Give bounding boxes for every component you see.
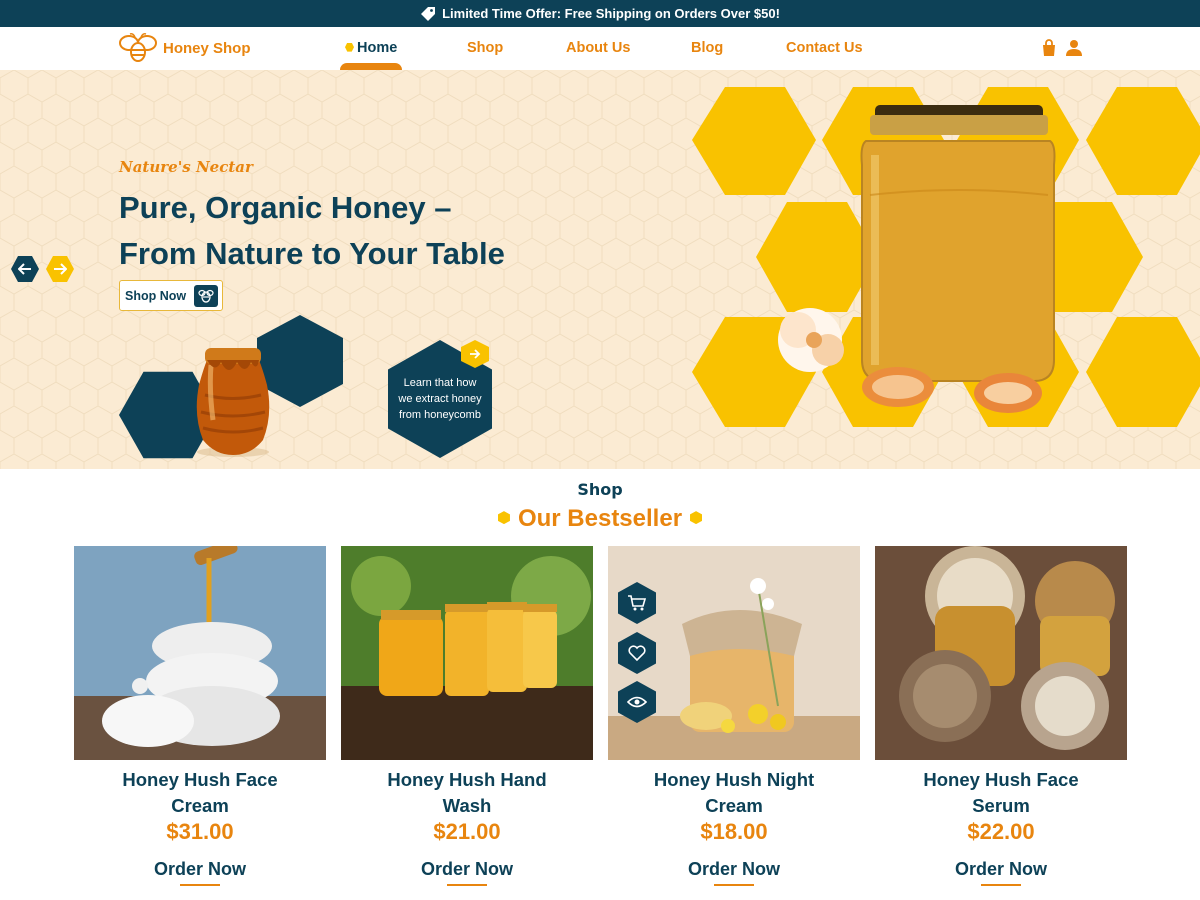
- nav-contact-us[interactable]: Contact Us: [786, 40, 863, 56]
- order-underline: [447, 884, 487, 886]
- shop-now-button[interactable]: Shop Now: [119, 280, 224, 311]
- nav-blog[interactable]: Blog: [691, 40, 723, 56]
- bee-logo-icon: [119, 33, 157, 62]
- logo-text: Honey Shop: [163, 39, 251, 57]
- product-price: $31.00: [166, 819, 234, 844]
- logo[interactable]: Honey Shop: [118, 33, 251, 63]
- product-card: Honey Hush Face Cream $31.00 Order Now: [74, 546, 326, 900]
- nav-shop[interactable]: Shop: [467, 40, 503, 56]
- hero-content: Nature's Nectar Pure, Organic Honey – Fr…: [0, 70, 620, 469]
- honey-pot-image: [196, 348, 270, 457]
- product-name[interactable]: Honey Hush Face Serum: [895, 767, 1107, 819]
- heart-icon: [628, 645, 646, 662]
- order-now-link[interactable]: Order Now: [341, 859, 593, 880]
- product-image[interactable]: [341, 546, 593, 760]
- order-now-link[interactable]: Order Now: [608, 859, 860, 880]
- hero-title-line2: From Nature to Your Table: [119, 236, 505, 271]
- tag-icon: [421, 6, 436, 21]
- next-slide-button[interactable]: [46, 256, 74, 282]
- product-card: Honey Hush Face Serum $22.00 Order Now: [875, 546, 1127, 900]
- product-image[interactable]: [74, 546, 326, 760]
- shop-now-label: Shop Now: [125, 288, 187, 303]
- active-nav-indicator: [340, 63, 402, 70]
- eye-icon: [627, 696, 647, 708]
- product-name[interactable]: Honey Hush Hand Wash: [361, 767, 573, 819]
- order-now-link[interactable]: Order Now: [74, 859, 326, 880]
- section-label: Shop: [577, 480, 623, 499]
- bee-icon: [194, 284, 219, 307]
- prev-slide-button[interactable]: [11, 256, 39, 282]
- hexagon-bullet-icon: [497, 511, 510, 525]
- arrow-right-icon: [470, 349, 481, 359]
- product-name[interactable]: Honey Hush Face Cream: [94, 767, 306, 819]
- product-image[interactable]: [608, 546, 860, 760]
- order-underline: [180, 884, 220, 886]
- product-price: $18.00: [700, 819, 768, 844]
- order-now-link[interactable]: Order Now: [875, 859, 1127, 880]
- shopping-bag-icon[interactable]: [1040, 39, 1058, 57]
- site-header: Honey Shop Home Shop About Us Blog Conta…: [0, 27, 1200, 70]
- order-underline: [714, 884, 754, 886]
- product-card: Honey Hush Night Cream $18.00 Order Now: [608, 546, 860, 900]
- arrow-right-icon: [54, 263, 67, 275]
- product-name[interactable]: Honey Hush Night Cream: [628, 767, 840, 819]
- product-price: $21.00: [433, 819, 501, 844]
- honey-jar-showcase: [692, 87, 1200, 427]
- section-title-text: Our Bestseller: [517, 505, 683, 532]
- learn-extraction-text: Learn that how we extract honey from hon…: [398, 377, 482, 421]
- user-icon[interactable]: [1065, 39, 1083, 57]
- arrow-left-icon: [18, 263, 31, 275]
- product-price: $22.00: [967, 819, 1035, 844]
- product-image[interactable]: [875, 546, 1127, 760]
- hero-title-line1: Pure, Organic Honey –: [119, 190, 452, 225]
- offer-text: Limited Time Offer: Free Shipping on Ord…: [442, 6, 780, 21]
- nav-home[interactable]: Home: [345, 40, 397, 56]
- order-underline: [981, 884, 1021, 886]
- nav-about-us[interactable]: About Us: [566, 40, 630, 56]
- hexagon-bullet-icon: [690, 511, 703, 525]
- cart-icon: [628, 595, 647, 611]
- hero-banner: Nature's Nectar Pure, Organic Honey – Fr…: [0, 70, 1200, 469]
- section-title: Our Bestseller: [0, 505, 1200, 533]
- announcement-bar: Limited Time Offer: Free Shipping on Ord…: [0, 0, 1200, 27]
- product-card: Honey Hush Hand Wash $21.00 Order Now: [341, 546, 593, 900]
- hero-subtitle: Nature's Nectar: [119, 158, 253, 176]
- hero-title: Pure, Organic Honey – From Nature to You…: [119, 185, 599, 277]
